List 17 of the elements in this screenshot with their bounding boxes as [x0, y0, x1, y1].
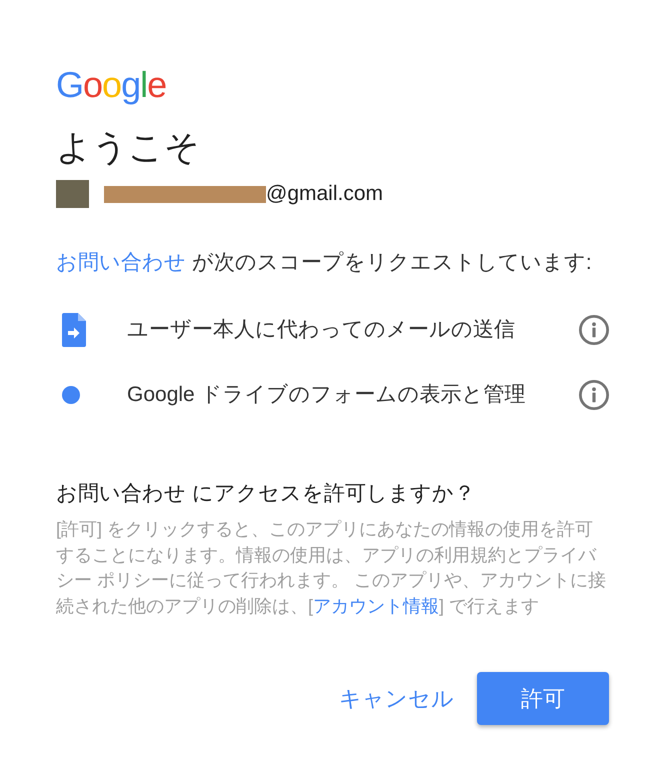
info-icon[interactable]: [579, 315, 609, 345]
google-logo: Google: [56, 64, 166, 106]
cancel-button[interactable]: キャンセル: [331, 672, 462, 725]
app-name-link[interactable]: お問い合わせ: [56, 251, 186, 274]
welcome-heading: ようこそ: [56, 127, 201, 169]
access-question: お問い合わせ にアクセスを許可しますか？: [56, 481, 476, 507]
document-arrow-icon: [62, 313, 86, 347]
allow-button[interactable]: 許可: [477, 672, 609, 725]
info-icon[interactable]: [579, 380, 609, 410]
dot-icon: [62, 386, 80, 404]
account-info-link[interactable]: アカウント情報: [313, 596, 440, 616]
consent-paragraph: [許可] をクリックすると、このアプリにあなたの情報の使用を許可することになります。情報の使用は、アプリの利用規約とプライバシー ポリシーに従って行われます。 このアプリや、アカウントに接続された他のアプリの削除は、[アカウント情報] で行えます: [56, 518, 608, 618]
scope-text: Google ドライブのフォームの表示と管理: [127, 382, 527, 408]
avatar-placeholder: [56, 180, 89, 208]
scope-text: ユーザー本人に代わってのメールの送信: [127, 317, 516, 343]
email-text: @gmail.com: [266, 181, 384, 207]
scope-request-text: お問い合わせ が次のスコープをリクエストしています:: [56, 250, 593, 276]
